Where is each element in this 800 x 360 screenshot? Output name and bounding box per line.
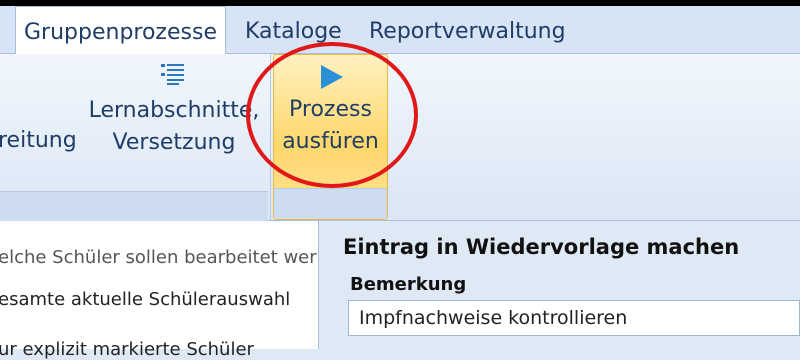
run-group-footer (274, 188, 387, 219)
tab-reportverwaltung[interactable]: Reportverwaltung (369, 6, 566, 53)
list-icon (161, 64, 184, 85)
partial-ribbon-button[interactable]: reitung (0, 125, 77, 157)
bemerkung-input[interactable] (348, 300, 800, 336)
option-marked-students[interactable]: ur explizit markierte Schüler (0, 339, 254, 360)
annotation-circle (246, 42, 418, 188)
ribbon-group-footer (0, 191, 268, 221)
student-selection-panel: elche Schüler sollen bearbeitet wer esam… (0, 221, 319, 360)
panel-splitter[interactable] (319, 221, 337, 349)
tab-gruppenprozesse[interactable]: Gruppenprozesse (15, 6, 226, 54)
selection-question: elche Schüler sollen bearbeitet wer (0, 247, 317, 268)
bemerkung-label: Bemerkung (350, 274, 467, 295)
ribbon-empty-area (390, 191, 800, 220)
panel-title: Eintrag in Wiedervorlage machen (343, 235, 740, 259)
option-all-students[interactable]: esamte aktuelle Schülerauswahl (0, 289, 290, 310)
lernabschnitte-label-2: Versetzung (112, 130, 236, 155)
wiedervorlage-panel: Eintrag in Wiedervorlage machen Bemerkun… (337, 221, 800, 349)
lernabschnitte-label-1: Lernabschnitte, (88, 98, 260, 123)
lernabschnitte-button[interactable]: Lernabschnitte, Versetzung (84, 60, 264, 190)
ribbon-tab-strip: Gruppenprozesse Kataloge Reportverwaltun… (0, 6, 800, 54)
ribbon-group-left: reitung Lernabschnitte, Versetzung (0, 54, 268, 221)
